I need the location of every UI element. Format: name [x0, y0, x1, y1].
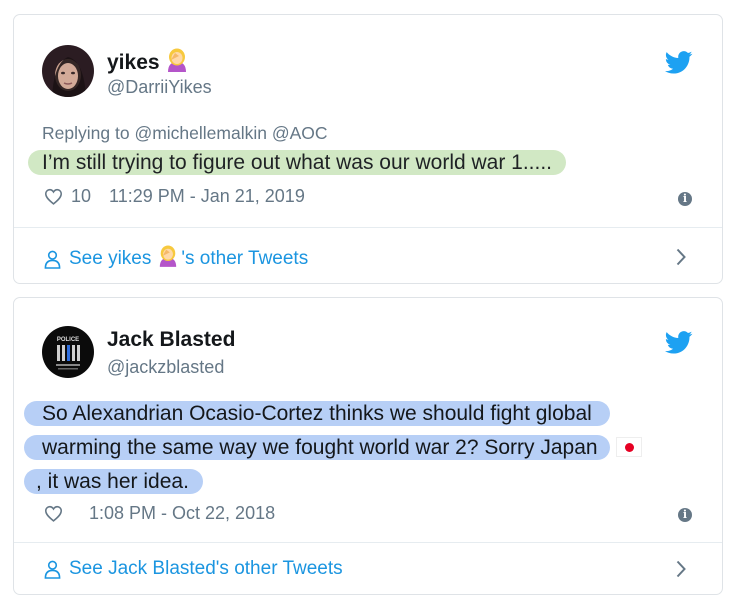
twitter-bird-icon[interactable]: [665, 51, 693, 74]
see-other-tweets-link[interactable]: See Jack Blasted's other Tweets: [44, 558, 343, 580]
chevron-right-icon[interactable]: [676, 560, 686, 578]
tweet-timestamp[interactable]: 11:29 PM - Jan 21, 2019: [109, 186, 305, 207]
twitter-bird-icon[interactable]: [665, 331, 693, 354]
display-name[interactable]: Jack Blasted: [107, 328, 235, 352]
person-icon: [44, 250, 61, 269]
tweet-text-line: warming the same way we fought world war…: [24, 435, 610, 460]
divider: [14, 227, 722, 228]
tweet-text-line: , it was her idea.: [24, 469, 203, 494]
avatar[interactable]: [42, 45, 94, 97]
info-icon[interactable]: i: [678, 508, 692, 522]
see-other-tweets-link[interactable]: See yikes 's other Tweets: [44, 245, 308, 273]
tweet-meta: 10 11:29 PM - Jan 21, 2019: [44, 186, 305, 207]
tweet-text-line: So Alexandrian Ocasio-Cortez thinks we s…: [24, 401, 610, 426]
divider: [14, 542, 722, 543]
user-handle[interactable]: @jackzblasted: [107, 357, 224, 378]
heart-icon[interactable]: [44, 505, 63, 522]
tweet-text: So Alexandrian Ocasio-Cortez thinks we s…: [24, 398, 642, 500]
tweet-timestamp[interactable]: 1:08 PM - Oct 22, 2018: [89, 503, 275, 524]
reply-mentions[interactable]: @michellemalkin @AOC: [134, 123, 327, 143]
tweet-card: yikes @DarriiYikes Replying to @michelle…: [13, 14, 723, 284]
avatar[interactable]: POLICE: [42, 326, 94, 378]
heart-icon[interactable]: [44, 188, 63, 205]
person-icon: [44, 560, 61, 579]
tweet-card: POLICE Jack Blasted @jackzblasted So Ale…: [13, 297, 723, 595]
tweet-text-line: I’m still trying to figure out what was …: [28, 150, 567, 175]
tweet-meta: 1:08 PM - Oct 22, 2018: [44, 503, 275, 524]
avatar-text: POLICE: [57, 337, 79, 343]
facepalm-woman-icon: [158, 245, 178, 273]
tweet-text: I’m still trying to figure out what was …: [28, 147, 567, 178]
reply-context: Replying to @michellemalkin @AOC: [42, 123, 328, 143]
chevron-right-icon[interactable]: [676, 248, 686, 266]
user-handle[interactable]: @DarriiYikes: [107, 77, 212, 98]
info-icon[interactable]: i: [678, 192, 692, 206]
display-name[interactable]: yikes: [107, 48, 188, 78]
japan-flag-icon: [615, 437, 642, 457]
like-count: 10: [71, 186, 92, 206]
facepalm-woman-icon: [166, 48, 188, 78]
